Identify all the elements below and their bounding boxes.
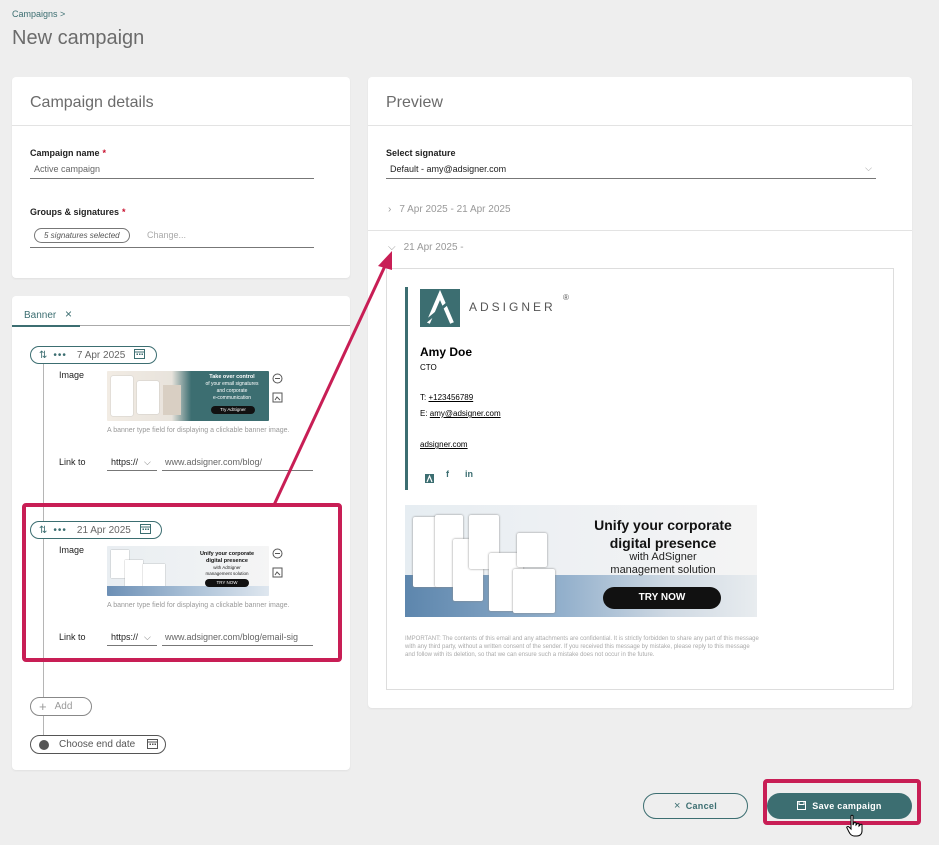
cancel-button[interactable]: × Cancel <box>643 793 748 819</box>
close-icon: × <box>673 800 681 812</box>
hand-cursor-icon <box>845 814 865 843</box>
save-icon <box>797 800 807 812</box>
save-campaign-button[interactable]: Save campaign <box>767 793 912 819</box>
annotation-arrow <box>272 251 392 506</box>
